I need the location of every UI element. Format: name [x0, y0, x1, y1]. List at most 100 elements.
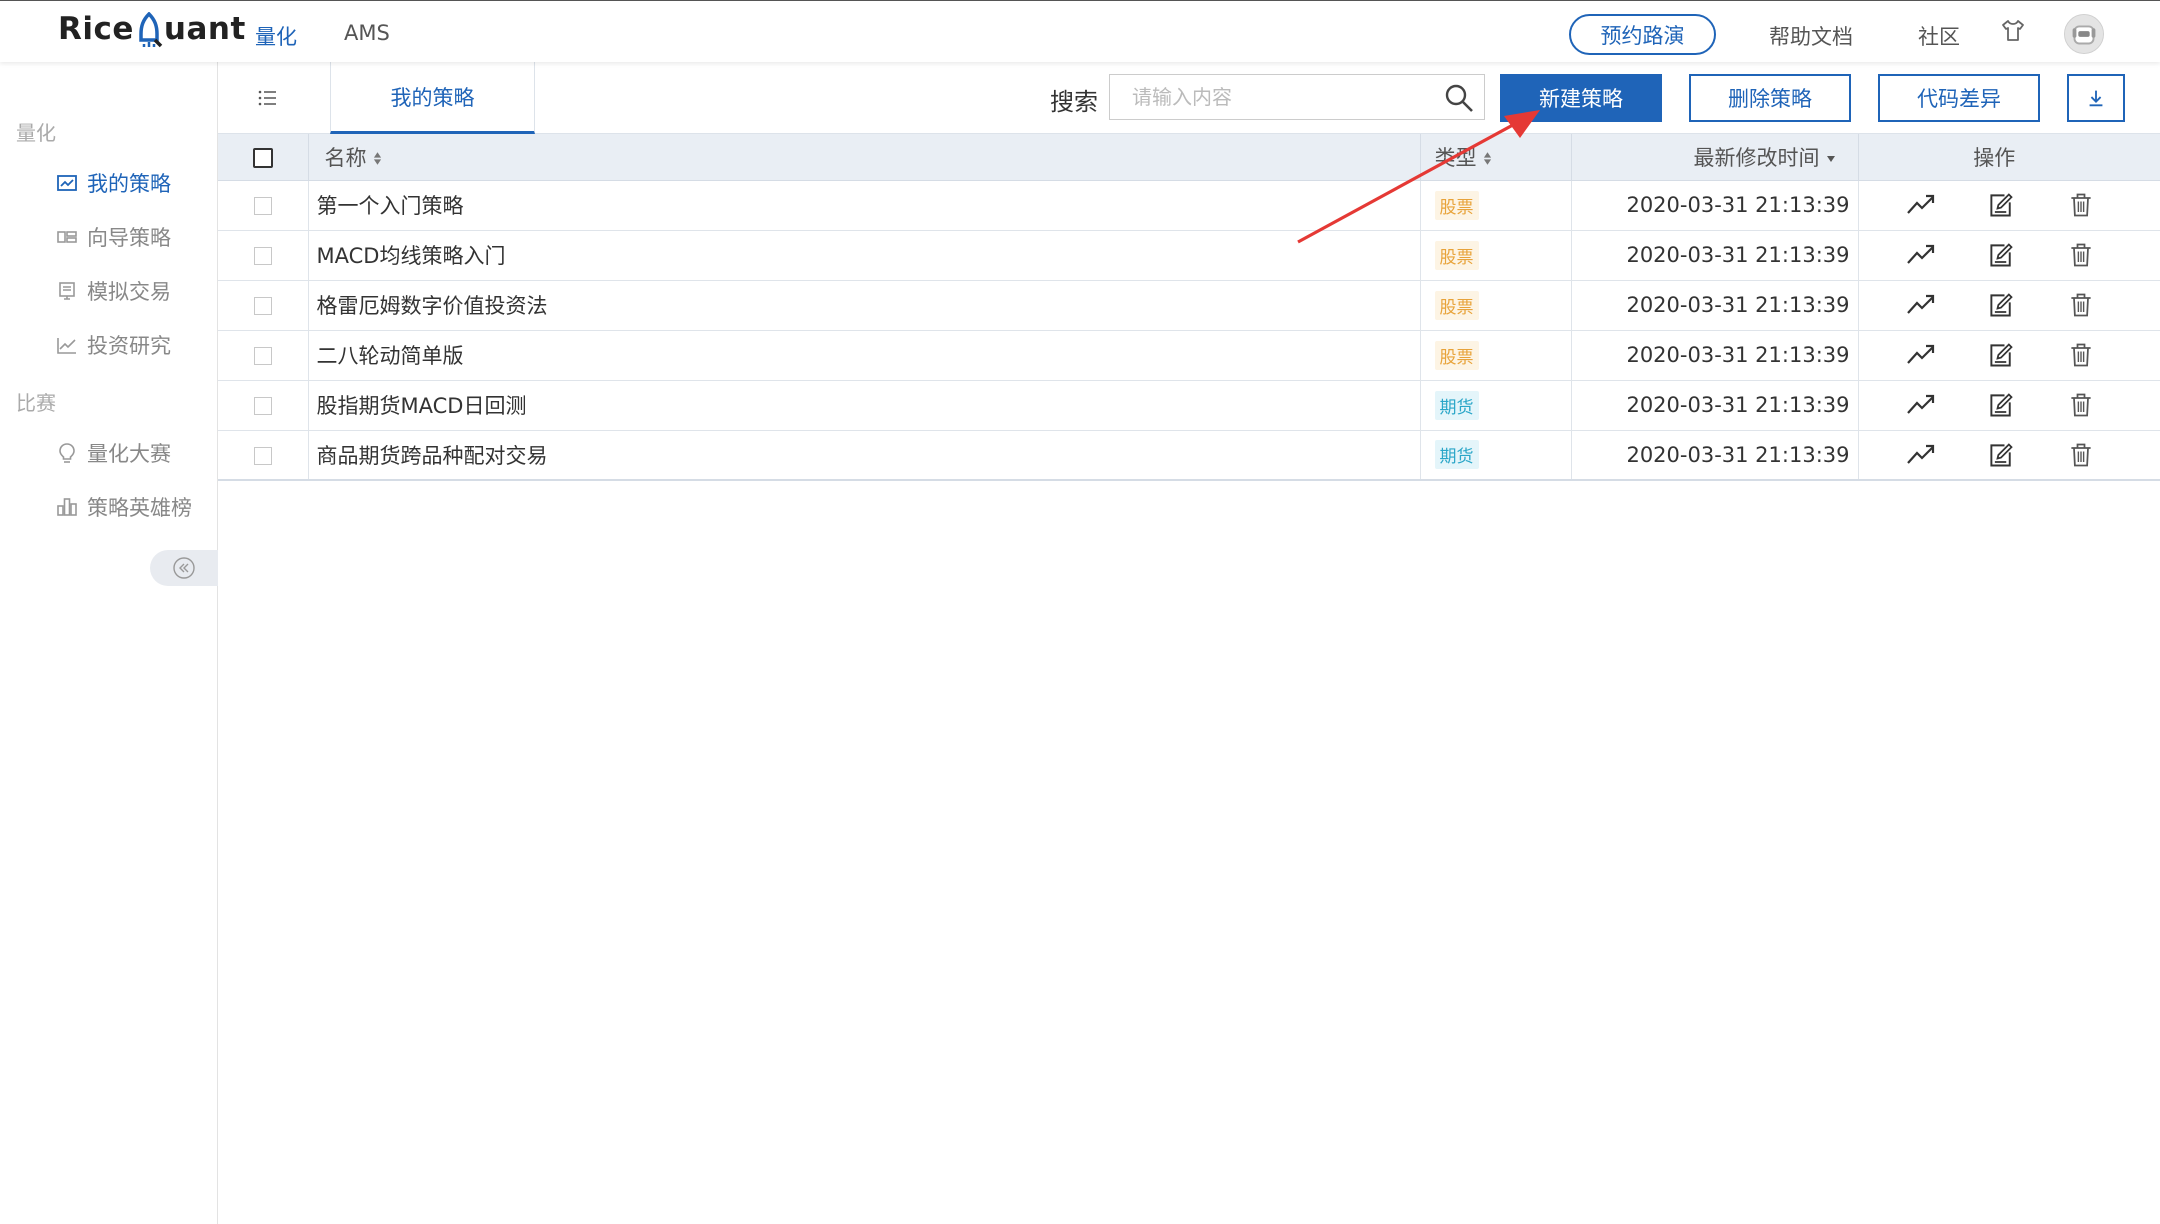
ops-cell [1858, 180, 2160, 231]
backtest-button[interactable] [1905, 389, 1937, 421]
sort-icon [373, 152, 381, 166]
ops-cell [1858, 430, 2160, 481]
grid-blocks-icon [57, 231, 77, 243]
collapse-sidebar-button[interactable] [150, 550, 218, 586]
type-cell: 期货 [1420, 380, 1572, 431]
backtest-button[interactable] [1905, 289, 1937, 321]
edit-button[interactable] [1985, 239, 2017, 271]
strategy-name[interactable]: 二八轮动简单版 [308, 330, 1421, 381]
edit-button[interactable] [1985, 289, 2017, 321]
table-row[interactable]: 股指期货MACD日回测 期货 2020-03-31 21:13:39 [218, 380, 2160, 431]
strategy-name[interactable]: MACD均线策略入门 [308, 230, 1421, 281]
row-checkbox[interactable] [253, 347, 272, 365]
edit-button[interactable] [1985, 389, 2017, 421]
column-header-label: 最新修改时间 [1693, 145, 1820, 170]
delete-row-button[interactable] [2065, 239, 2097, 271]
table-row[interactable]: 二八轮动简单版 股票 2020-03-31 21:13:39 [218, 330, 2160, 381]
help-docs-link[interactable]: 帮助文档 [1769, 21, 1853, 51]
book-demo-button[interactable]: 预约路演 [1569, 14, 1716, 55]
column-header-name[interactable]: 名称 [308, 134, 1421, 181]
trash-icon [2070, 443, 2091, 467]
trend-chart-icon [1906, 444, 1934, 464]
row-select-cell [218, 280, 309, 331]
trash-icon [2070, 243, 2091, 267]
delete-row-button[interactable] [2065, 189, 2097, 221]
delete-row-button[interactable] [2065, 289, 2097, 321]
ricequant-logo[interactable]: Rice uant [58, 11, 246, 48]
search-label: 搜索 [1050, 88, 1098, 116]
row-select-cell [218, 180, 309, 231]
strategy-name[interactable]: 格雷厄姆数字价值投资法 [308, 280, 1421, 331]
strategy-table: 名称 类型 最新修改时间 操作 第一个入门策略股票2020-03-31 21:1… [218, 134, 2160, 481]
ops-cell [1858, 280, 2160, 331]
edit-icon [1989, 393, 2013, 417]
logo-text-left: Rice [58, 11, 134, 47]
strategy-name[interactable]: 第一个入门策略 [308, 180, 1421, 231]
edit-button[interactable] [1985, 339, 2017, 371]
table-row[interactable]: MACD均线策略入门 股票 2020-03-31 21:13:39 [218, 230, 2160, 281]
table-header-row: 名称 类型 最新修改时间 操作 [218, 134, 2160, 181]
backtest-button[interactable] [1905, 189, 1937, 221]
table-row[interactable]: 第一个入门策略 股票 2020-03-31 21:13:39 [218, 180, 2160, 231]
row-select-cell [218, 230, 309, 281]
row-checkbox[interactable] [253, 247, 272, 265]
select-all-checkbox[interactable] [252, 147, 273, 168]
ops-cell [1858, 230, 2160, 281]
type-badge: 期货 [1434, 440, 1479, 470]
sidebar-item-label: 策略英雄榜 [87, 496, 192, 520]
strategy-name[interactable]: 商品期货跨品种配对交易 [308, 430, 1421, 481]
community-link[interactable]: 社区 [1918, 21, 1960, 51]
sidebar-item-leaderboard[interactable]: 策略英雄榜 [56, 492, 192, 522]
ops-cell [1858, 330, 2160, 381]
tab-my-strategies[interactable]: 我的策略 [330, 62, 535, 134]
delete-row-button[interactable] [2065, 339, 2097, 371]
backtest-button[interactable] [1905, 439, 1937, 471]
sidebar-item-quant-contest[interactable]: 量化大赛 [56, 438, 171, 468]
line-chart-icon [57, 338, 76, 354]
top-navigation-bar: Rice uant 量化 AMS 预约路演 帮助文档 社区 [0, 0, 2160, 62]
edit-button[interactable] [1985, 439, 2017, 471]
nav-ams[interactable]: AMS [344, 21, 390, 45]
edit-button[interactable] [1985, 189, 2017, 221]
delete-row-button[interactable] [2065, 439, 2097, 471]
download-button[interactable] [2067, 74, 2125, 122]
row-select-cell [218, 430, 309, 481]
main-content: 我的策略 搜索 新建策略 删除策略 代码差异 名称 类型 最新修改时间 操作 第… [218, 62, 2160, 1224]
strategy-name[interactable]: 股指期货MACD日回测 [308, 380, 1421, 431]
backtest-button[interactable] [1905, 239, 1937, 271]
table-row[interactable]: 商品期货跨品种配对交易 期货 2020-03-31 21:13:39 [218, 430, 2160, 481]
type-badge: 期货 [1434, 390, 1479, 420]
table-row[interactable]: 格雷厄姆数字价值投资法 股票 2020-03-31 21:13:39 [218, 280, 2160, 331]
modified-time: 2020-03-31 21:13:39 [1571, 380, 1859, 431]
edit-icon [1989, 293, 2013, 317]
row-select-cell [218, 380, 309, 431]
trash-icon [2070, 343, 2091, 367]
rocket-q-icon [135, 11, 163, 48]
column-header-time[interactable]: 最新修改时间 [1571, 134, 1859, 181]
sidebar-group-quant: 量化 [16, 121, 56, 145]
user-avatar[interactable] [2064, 14, 2104, 54]
double-chevron-left-icon [173, 557, 195, 579]
trash-icon [2070, 293, 2091, 317]
sidebar-item-research[interactable]: 投资研究 [56, 330, 171, 360]
sidebar-item-guided-strategies[interactable]: 向导策略 [56, 222, 171, 252]
sidebar-item-label: 模拟交易 [87, 280, 171, 304]
backtest-button[interactable] [1905, 339, 1937, 371]
row-checkbox[interactable] [253, 197, 272, 215]
sidebar-item-label: 我的策略 [87, 172, 171, 196]
left-sidebar: 量化 我的策略 向导策略 模拟交易 投资研究 比赛 量化大赛 策略英雄榜 [0, 62, 218, 1224]
sidebar-item-paper-trading[interactable]: 模拟交易 [56, 276, 171, 306]
trash-icon [2070, 393, 2091, 417]
code-diff-button[interactable]: 代码差异 [1878, 74, 2040, 122]
delete-strategy-button[interactable]: 删除策略 [1689, 74, 1851, 122]
edit-icon [1989, 243, 2013, 267]
row-checkbox[interactable] [253, 397, 272, 415]
lightbulb-icon [59, 443, 75, 463]
tshirt-icon[interactable] [2000, 18, 2026, 44]
list-menu-icon[interactable] [256, 86, 280, 110]
row-checkbox[interactable] [253, 297, 272, 315]
delete-row-button[interactable] [2065, 389, 2097, 421]
sidebar-item-my-strategies[interactable]: 我的策略 [56, 168, 171, 198]
nav-quant[interactable]: 量化 [255, 21, 297, 51]
row-checkbox[interactable] [253, 446, 272, 465]
